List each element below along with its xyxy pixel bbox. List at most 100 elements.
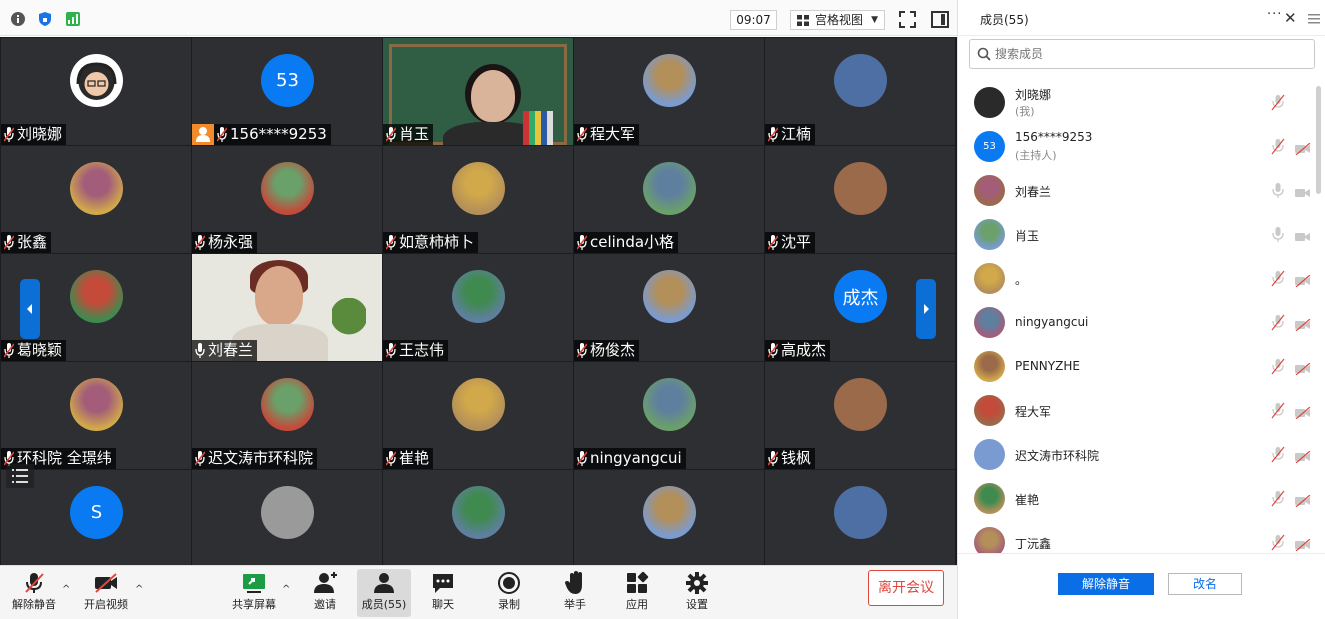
close-icon[interactable]: ✕ bbox=[1284, 9, 1297, 27]
camera-off-icon[interactable] bbox=[1295, 140, 1311, 156]
member-row[interactable]: 。 bbox=[958, 256, 1311, 300]
video-tile[interactable]: 张鑫 bbox=[1, 146, 191, 253]
camera-off-icon[interactable] bbox=[1295, 404, 1311, 420]
camera-off-icon[interactable] bbox=[1295, 272, 1311, 288]
unmute-button[interactable]: 解除静音 bbox=[8, 569, 60, 617]
sidebar-toggle-icon[interactable] bbox=[931, 11, 949, 28]
settings-button[interactable]: 设置 bbox=[674, 569, 720, 617]
grid-view-icon bbox=[797, 15, 809, 26]
video-tile[interactable]: celinda小格 bbox=[574, 146, 764, 253]
video-tile[interactable]: 53 156****9253 bbox=[192, 38, 382, 145]
video-tile[interactable]: 迟文涛市环科院 bbox=[192, 362, 382, 469]
participant-avatar bbox=[70, 54, 123, 107]
mic-muted-icon[interactable] bbox=[1271, 446, 1285, 463]
video-tile[interactable]: 崔艳 bbox=[383, 362, 573, 469]
video-tile[interactable] bbox=[192, 470, 382, 565]
mic-muted-icon[interactable] bbox=[1271, 402, 1285, 419]
chat-button[interactable]: 聊天 bbox=[420, 569, 466, 617]
member-row[interactable]: 肖玉 bbox=[958, 212, 1311, 256]
video-tile[interactable]: 杨永强 bbox=[192, 146, 382, 253]
video-tile[interactable]: 如意柿柿卜 bbox=[383, 146, 573, 253]
member-row[interactable]: PENNYZHE bbox=[958, 344, 1311, 388]
next-page-button[interactable] bbox=[916, 279, 936, 339]
rename-button[interactable]: 改名 bbox=[1168, 573, 1242, 595]
start-video-button[interactable]: 开启视频 bbox=[80, 569, 132, 617]
member-row[interactable]: 丁沅鑫 bbox=[958, 520, 1311, 553]
shield-icon[interactable] bbox=[37, 11, 53, 27]
participant-avatar: 成杰 bbox=[834, 270, 887, 323]
video-tile[interactable] bbox=[765, 470, 955, 565]
mic-muted-icon bbox=[767, 235, 779, 250]
mic-muted-icon[interactable] bbox=[1271, 358, 1285, 375]
member-row[interactable]: 刘晓娜 (我) bbox=[958, 80, 1308, 124]
mic-muted-icon[interactable] bbox=[1271, 490, 1285, 507]
camera-off-icon[interactable] bbox=[1295, 360, 1311, 376]
video-tile[interactable]: 环科院 全璟纬 bbox=[1, 362, 191, 469]
mic-icon[interactable] bbox=[1271, 226, 1285, 243]
record-icon bbox=[496, 571, 522, 595]
video-grid: 刘晓娜 53 156****9253 肖玉 程大军 江楠张鑫 杨永强 如意柿柿卜 celinda… bbox=[0, 37, 957, 565]
view-mode-dropdown[interactable]: 宫格视图 ▼ bbox=[790, 10, 885, 30]
chevron-up-icon[interactable]: ^ bbox=[135, 584, 143, 595]
participant-avatar bbox=[834, 486, 887, 539]
search-input[interactable] bbox=[995, 44, 1295, 64]
member-search[interactable] bbox=[969, 39, 1315, 69]
camera-off-icon[interactable] bbox=[1295, 492, 1311, 508]
camera-icon[interactable] bbox=[1295, 184, 1311, 197]
participant-avatar bbox=[70, 270, 123, 323]
invite-button[interactable]: 邀请 bbox=[302, 569, 348, 617]
record-button[interactable]: 录制 bbox=[486, 569, 532, 617]
chevron-up-icon[interactable]: ^ bbox=[62, 584, 70, 595]
share-screen-button[interactable]: 共享屏幕 bbox=[228, 569, 280, 617]
signal-icon[interactable] bbox=[65, 11, 81, 27]
participant-name-label: 迟文涛市环科院 bbox=[208, 449, 314, 467]
video-tile[interactable]: 刘春兰 bbox=[192, 254, 382, 361]
apps-icon bbox=[624, 571, 650, 595]
apps-button[interactable]: 应用 bbox=[614, 569, 660, 617]
mic-muted-icon bbox=[767, 127, 779, 142]
fullscreen-icon[interactable] bbox=[899, 11, 916, 28]
members-button[interactable]: 成员(55) bbox=[357, 569, 411, 617]
video-tile[interactable]: 肖玉 bbox=[383, 38, 573, 145]
chevron-up-icon[interactable]: ^ bbox=[282, 584, 290, 595]
mic-icon[interactable] bbox=[1271, 182, 1285, 199]
video-tile[interactable]: 杨俊杰 bbox=[574, 254, 764, 361]
prev-page-button[interactable] bbox=[20, 279, 40, 339]
camera-off-icon[interactable] bbox=[1295, 536, 1311, 552]
mic-muted-icon[interactable] bbox=[1271, 94, 1285, 111]
member-row[interactable]: ningyangcui bbox=[958, 300, 1311, 344]
raise-hand-button[interactable]: 举手 bbox=[552, 569, 598, 617]
video-tile[interactable]: 钱枫 bbox=[765, 362, 955, 469]
video-tile[interactable] bbox=[574, 470, 764, 565]
participant-avatar: S bbox=[70, 486, 123, 539]
mic-muted-icon[interactable] bbox=[1271, 270, 1285, 287]
info-icon[interactable] bbox=[10, 11, 26, 27]
video-tile[interactable]: 沈平 bbox=[765, 146, 955, 253]
participant-name: 刘晓娜 bbox=[1, 124, 67, 145]
member-list-scrollbar[interactable] bbox=[1316, 86, 1321, 194]
leave-meeting-button[interactable]: 离开会议 bbox=[868, 570, 944, 606]
list-view-icon[interactable] bbox=[6, 464, 34, 488]
more-icon[interactable]: ··· bbox=[1267, 7, 1282, 22]
member-row[interactable]: 刘春兰 bbox=[958, 168, 1311, 212]
member-name: 刘晓娜 bbox=[1015, 88, 1052, 102]
video-tile[interactable]: ningyangcui bbox=[574, 362, 764, 469]
camera-off-icon[interactable] bbox=[1295, 448, 1311, 464]
unmute-all-button[interactable]: 解除静音 bbox=[1058, 573, 1154, 595]
member-row[interactable]: 迟文涛市环科院 bbox=[958, 432, 1311, 476]
mic-muted-icon[interactable] bbox=[1271, 534, 1285, 551]
camera-off-icon[interactable] bbox=[1295, 316, 1311, 332]
mic-muted-icon[interactable] bbox=[1271, 314, 1285, 331]
camera-icon[interactable] bbox=[1295, 228, 1311, 241]
video-tile[interactable] bbox=[383, 470, 573, 565]
menu-icon[interactable] bbox=[1308, 10, 1320, 24]
mic-muted-icon[interactable] bbox=[1271, 138, 1285, 155]
member-row[interactable]: 崔艳 bbox=[958, 476, 1311, 520]
video-tile[interactable]: 刘晓娜 bbox=[1, 38, 191, 145]
mic-muted-icon bbox=[194, 451, 206, 466]
member-row[interactable]: 程大军 bbox=[958, 388, 1311, 432]
video-tile[interactable]: 江楠 bbox=[765, 38, 955, 145]
video-tile[interactable]: 王志伟 bbox=[383, 254, 573, 361]
video-tile[interactable]: 程大军 bbox=[574, 38, 764, 145]
member-row[interactable]: 53 156****9253 (主持人) bbox=[958, 124, 1311, 168]
